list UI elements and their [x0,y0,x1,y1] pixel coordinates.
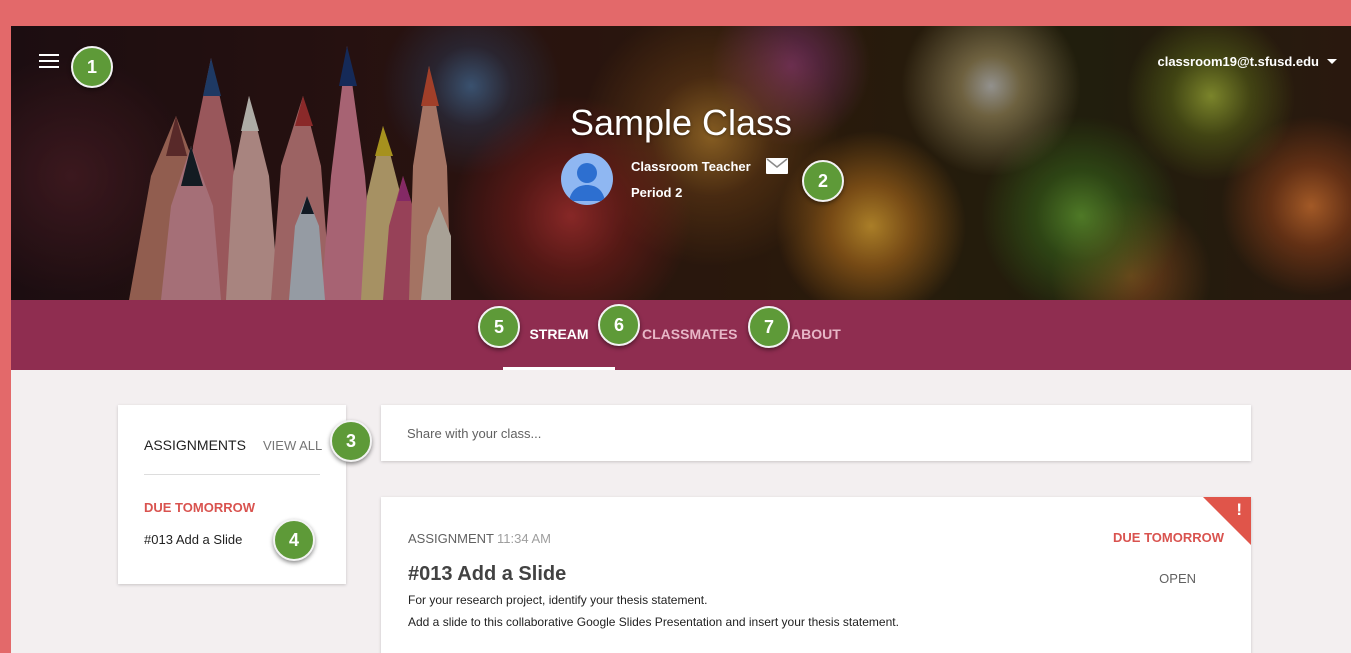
account-email: classroom19@t.sfusd.edu [1157,54,1319,69]
post-description-line: For your research project, identify your… [408,593,708,607]
divider [144,474,320,475]
callout-badge-2: 2 [802,160,844,202]
teacher-name: Classroom Teacher [631,159,751,174]
due-tomorrow-label: DUE TOMORROW [144,500,255,515]
post-type-label: ASSIGNMENT [408,531,494,546]
class-period: Period 2 [631,185,683,200]
hamburger-menu-icon[interactable] [39,54,59,72]
tab-classmates[interactable]: CLASSMATES [642,300,737,370]
open-button[interactable]: OPEN [1159,571,1196,586]
callout-badge-6: 6 [598,304,640,346]
share-box [381,405,1251,461]
class-tab-bar: STREAM CLASSMATES ABOUT [11,300,1351,370]
post-description-line: Add a slide to this collaborative Google… [408,615,899,629]
callout-badge-7: 7 [748,306,790,348]
upcoming-assignments-card: ASSIGNMENTS VIEW ALL DUE TOMORROW #013 A… [118,405,346,584]
callout-badge-3: 3 [330,420,372,462]
post-due-status: DUE TOMORROW [1113,530,1224,545]
callout-badge-4: 4 [273,519,315,561]
post-title[interactable]: #013 Add a Slide [408,563,566,586]
exclamation-flag-icon: ! [1236,500,1242,519]
account-switcher[interactable]: classroom19@t.sfusd.edu [1157,54,1337,69]
class-title: Sample Class [569,102,793,143]
assignment-link[interactable]: #013 Add a Slide [144,532,242,547]
assignments-heading: ASSIGNMENTS [144,437,246,453]
callout-badge-5: 5 [478,306,520,348]
view-all-link[interactable]: VIEW ALL [263,438,322,453]
class-banner: classroom19@t.sfusd.edu Sample Class Cla… [11,26,1351,300]
caret-down-icon [1327,59,1337,64]
tab-stream[interactable]: STREAM [503,300,615,370]
share-input[interactable] [381,405,1251,461]
callout-badge-1: 1 [71,46,113,88]
person-avatar-icon [561,153,613,205]
tab-about[interactable]: ABOUT [791,300,841,370]
assignment-post-card: ! ASSIGNMENT 11:34 AM DUE TOMORROW #013 … [381,497,1251,653]
post-timestamp: 11:34 AM [497,531,551,546]
mail-icon[interactable] [766,158,788,174]
classroom-app: classroom19@t.sfusd.edu Sample Class Cla… [11,26,1351,653]
